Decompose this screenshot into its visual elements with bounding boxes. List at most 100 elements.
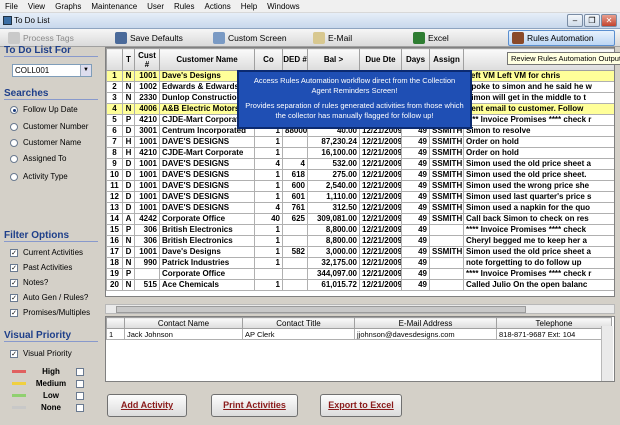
checkbox-icon[interactable] — [76, 379, 84, 388]
table-row[interactable]: 17 D 1001 Dave's Designs 1 582 3,000.00 12/21/2… — [106, 246, 614, 258]
table-cell: 1 — [254, 279, 283, 291]
table-row[interactable]: 7 H 1001 DAVE'S DESIGNS 1 87,230.24 12/21/2009… — [106, 136, 614, 148]
horizontal-scrollbar[interactable] — [105, 304, 615, 314]
table-row[interactable]: 15 P 306 British Electronics 1 8,800.00 12/21/… — [106, 224, 614, 236]
table-cell — [282, 147, 308, 159]
table-cell: 1 — [254, 235, 283, 247]
search-customer-name[interactable]: Customer Name — [10, 138, 81, 147]
menu-rules[interactable]: Rules — [169, 2, 199, 11]
vertical-scrollbar[interactable] — [601, 326, 613, 381]
column-header[interactable]: Contact Title — [242, 317, 355, 329]
table-row[interactable]: 12 D 1001 DAVE'S DESIGNS 1 601 1,110.00 12/21/2… — [106, 191, 614, 203]
column-header[interactable]: Assign — [429, 48, 464, 71]
table-row[interactable]: 20 N 515 Ace Chemicals 1 61,015.72 12/21/2009 4… — [106, 279, 614, 291]
checkbox-checked-icon[interactable]: ✓ — [10, 308, 18, 317]
checkbox-checked-icon[interactable]: ✓ — [10, 349, 18, 358]
table-row[interactable]: 18 N 990 Patrick Industries 1 32,175.00 12/21/… — [106, 257, 614, 269]
email-button[interactable]: E-Mail — [310, 30, 390, 46]
column-header[interactable]: Bal > — [307, 48, 360, 71]
search-activity-type[interactable]: Activity Type — [10, 172, 68, 181]
close-icon[interactable]: ✕ — [601, 14, 617, 27]
radio-icon[interactable] — [10, 138, 18, 147]
scrollbar-thumb[interactable] — [116, 306, 526, 313]
visual-priority-toggle[interactable]: ✓ Visual Priority — [10, 349, 72, 358]
filter-promises-multiples[interactable]: ✓ Promises/Multiples — [10, 308, 90, 317]
checkbox-icon[interactable] — [76, 367, 84, 376]
menu-help[interactable]: Help — [236, 2, 262, 11]
column-header[interactable]: Co — [254, 48, 283, 71]
table-cell: Simon used the wrong price she — [463, 180, 614, 192]
collector-value: COLL001 — [15, 66, 50, 75]
menu-actions[interactable]: Actions — [199, 2, 235, 11]
restore-icon[interactable]: ❐ — [584, 14, 600, 27]
contact-row[interactable]: 1 Jack Johnson AP Clerk jjohnson@davesdesig… — [106, 328, 612, 340]
chevron-down-icon[interactable]: ▼ — [80, 65, 91, 76]
save-defaults-button[interactable]: Save Defaults — [112, 30, 202, 46]
table-row[interactable]: 16 N 306 British Electronics 1 8,800.00 12/21/… — [106, 235, 614, 247]
menu-maintenance[interactable]: Maintenance — [86, 2, 142, 11]
priority-medium[interactable]: Medium — [12, 379, 84, 388]
column-header[interactable]: DED # — [282, 48, 308, 71]
column-header[interactable] — [106, 48, 123, 71]
table-cell: 7 — [106, 136, 123, 148]
process-tags-button[interactable]: Process Tags — [5, 30, 100, 46]
column-header[interactable]: Due Dte — [359, 48, 402, 71]
table-cell — [134, 268, 160, 280]
checkbox-checked-icon[interactable]: ✓ — [10, 263, 18, 272]
export-to-excel-button[interactable]: Export to Excel — [320, 394, 402, 417]
table-row[interactable]: 10 D 1001 DAVE'S DESIGNS 1 618 275.00 12/21/200… — [106, 169, 614, 181]
radio-icon[interactable] — [10, 154, 18, 163]
menu-graphs[interactable]: Graphs — [50, 2, 86, 11]
table-row[interactable]: 8 H 4210 CJDE-Mart Corporate 1 16,100.00 12/21… — [106, 147, 614, 159]
add-activity-button[interactable]: Add Activity — [107, 394, 187, 417]
priority-low[interactable]: Low — [12, 391, 84, 400]
radio-icon[interactable] — [10, 105, 18, 114]
filter-notes[interactable]: ✓ Notes? — [10, 278, 48, 287]
column-header[interactable]: Contact Name — [124, 317, 243, 329]
table-cell: 49 — [401, 136, 430, 148]
column-header[interactable]: Telephone — [496, 317, 612, 329]
table-row[interactable]: 11 D 1001 DAVE'S DESIGNS 1 600 2,540.00 12/21/2… — [106, 180, 614, 192]
checkbox-icon[interactable] — [76, 391, 84, 400]
search-assigned-to[interactable]: Assigned To — [10, 154, 66, 163]
table-row[interactable]: 14 A 4242 Corporate Office 40 625 309,081.00 12… — [106, 213, 614, 225]
collector-select[interactable]: COLL001 ▼ — [12, 64, 92, 77]
priority-none[interactable]: None — [12, 403, 84, 412]
column-header[interactable]: Days — [401, 48, 430, 71]
table-cell: Spoke to simon and he said he w — [463, 81, 614, 93]
checkbox-icon[interactable] — [76, 403, 84, 412]
column-header[interactable]: E-Mail Address — [354, 317, 497, 329]
priority-high[interactable]: High — [12, 367, 84, 376]
menu-windows[interactable]: Windows — [262, 2, 304, 11]
column-header[interactable]: T — [122, 48, 135, 71]
column-header[interactable] — [106, 317, 125, 329]
table-cell: 49 — [401, 235, 430, 247]
table-cell: Order on hold — [463, 136, 614, 148]
search-customer-number[interactable]: Customer Number — [10, 122, 88, 131]
print-activities-button[interactable]: Print Activities — [211, 394, 298, 417]
search-follow-up-date[interactable]: Follow Up Date — [10, 105, 78, 114]
table-cell: DAVE'S DESIGNS — [159, 158, 255, 170]
menu-user[interactable]: User — [142, 2, 169, 11]
minimize-icon[interactable]: – — [567, 14, 583, 27]
column-header[interactable]: Cust # — [134, 48, 160, 71]
custom-screen-button[interactable]: Custom Screen — [210, 30, 300, 46]
filter-past-activities[interactable]: ✓ Past Activities — [10, 263, 72, 272]
table-row[interactable]: 9 D 1001 DAVE'S DESIGNS 4 4 532.00 12/21/2009 49… — [106, 158, 614, 170]
menu-view[interactable]: View — [23, 2, 50, 11]
checkbox-checked-icon[interactable]: ✓ — [10, 293, 18, 302]
excel-button[interactable]: Excel — [410, 30, 490, 46]
filter-current-activities[interactable]: ✓ Current Activities — [10, 248, 83, 257]
rules-automation-button[interactable]: Rules Automation — [508, 30, 615, 46]
checkbox-checked-icon[interactable]: ✓ — [10, 278, 18, 287]
menu-file[interactable]: File — [0, 2, 23, 11]
filter-auto-gen-rules[interactable]: ✓ Auto Gen / Rules? — [10, 293, 88, 302]
contacts-grid[interactable]: Contact Name Contact Title E-Mail Address T… — [105, 316, 615, 382]
table-row[interactable]: 19 P Corporate Office 344,097.00 12/21/2009 4… — [106, 268, 614, 280]
column-header[interactable]: Customer Name — [159, 48, 255, 71]
table-cell: CJDE-Mart Corporate — [159, 147, 255, 159]
radio-icon[interactable] — [10, 122, 18, 131]
radio-icon[interactable] — [10, 172, 18, 181]
table-row[interactable]: 13 D 1001 DAVE'S DESIGNS 4 761 312.50 12/21/200… — [106, 202, 614, 214]
checkbox-checked-icon[interactable]: ✓ — [10, 248, 18, 257]
